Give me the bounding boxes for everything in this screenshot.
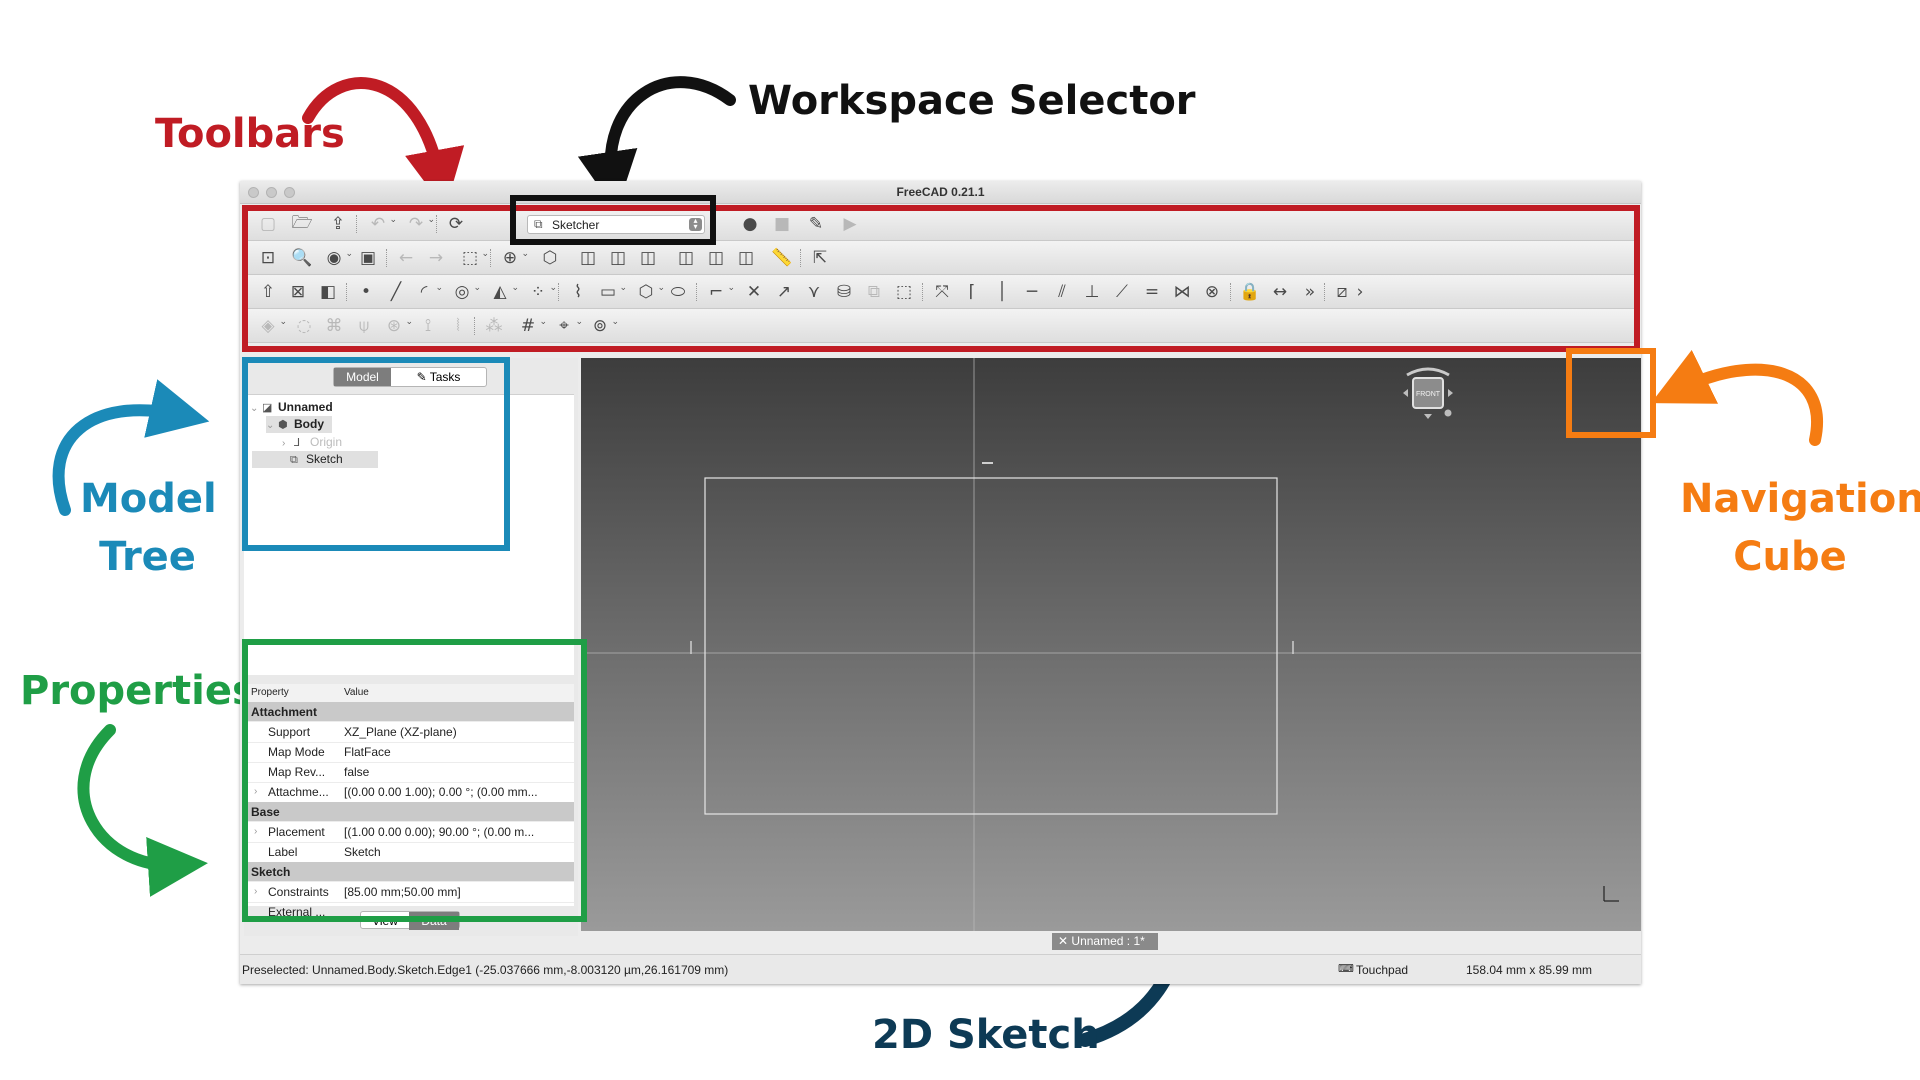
model-tree-highlight [242, 357, 510, 551]
properties-highlight [242, 639, 587, 922]
navigation-cube-callout: Navigation Cube [1680, 470, 1920, 586]
toolbars-callout: Toolbars [155, 111, 345, 157]
model-tree-callout: Model Tree [80, 470, 217, 586]
title-bar: FreeCAD 0.21.1 [240, 181, 1641, 204]
sketch-2d-callout: 2D Sketch [872, 1012, 1100, 1058]
status-message: Preselected: Unnamed.Body.Sketch.Edge1 (… [242, 963, 729, 977]
toolbars-highlight [242, 205, 1640, 352]
nav-down-arrow-icon [1424, 414, 1432, 419]
close-tab-icon[interactable]: ✕ [1058, 934, 1068, 948]
model-tree-callout-line1: Model [80, 476, 217, 522]
navigation-callout-line1: Navigation [1680, 476, 1920, 522]
nav-right-arrow-icon [1448, 389, 1453, 397]
status-bar: Preselected: Unnamed.Body.Sketch.Edge1 (… [240, 954, 1641, 984]
touchpad-icon[interactable]: ⌨ [1338, 962, 1354, 975]
navigation-cube-highlight [1566, 348, 1656, 438]
navigation-cube[interactable]: FRONT [1391, 361, 1465, 433]
3d-view[interactable]: FRONT [581, 358, 1641, 931]
dimension-readout: 158.04 mm x 85.99 mm [1466, 963, 1593, 977]
navigation-style[interactable]: Touchpad [1356, 963, 1408, 977]
cube-face-label: FRONT [1416, 391, 1441, 398]
axis-triad-icon [1603, 886, 1619, 902]
model-tree-callout-line2: Tree [99, 534, 196, 580]
rotate-arrow-icon [1406, 367, 1450, 377]
workspace-arrow [577, 76, 736, 212]
sketch-canvas[interactable] [581, 358, 1641, 931]
navigation-callout-line2: Cube [1733, 534, 1847, 580]
view-menu-icon [1444, 409, 1452, 417]
navigation-arrow [1651, 349, 1823, 446]
properties-arrow [77, 724, 208, 897]
sketch-rectangle [704, 477, 1278, 815]
window-title: FreeCAD 0.21.1 [896, 185, 985, 199]
document-tab-label: Unnamed : 1* [1071, 934, 1145, 948]
nav-left-arrow-icon [1403, 389, 1408, 397]
workspace-selector-callout: Workspace Selector [748, 78, 1196, 124]
document-tab[interactable]: ✕ Unnamed : 1* [1052, 933, 1158, 950]
properties-callout: Properties [20, 668, 256, 714]
workspace-selector-highlight [510, 195, 716, 245]
